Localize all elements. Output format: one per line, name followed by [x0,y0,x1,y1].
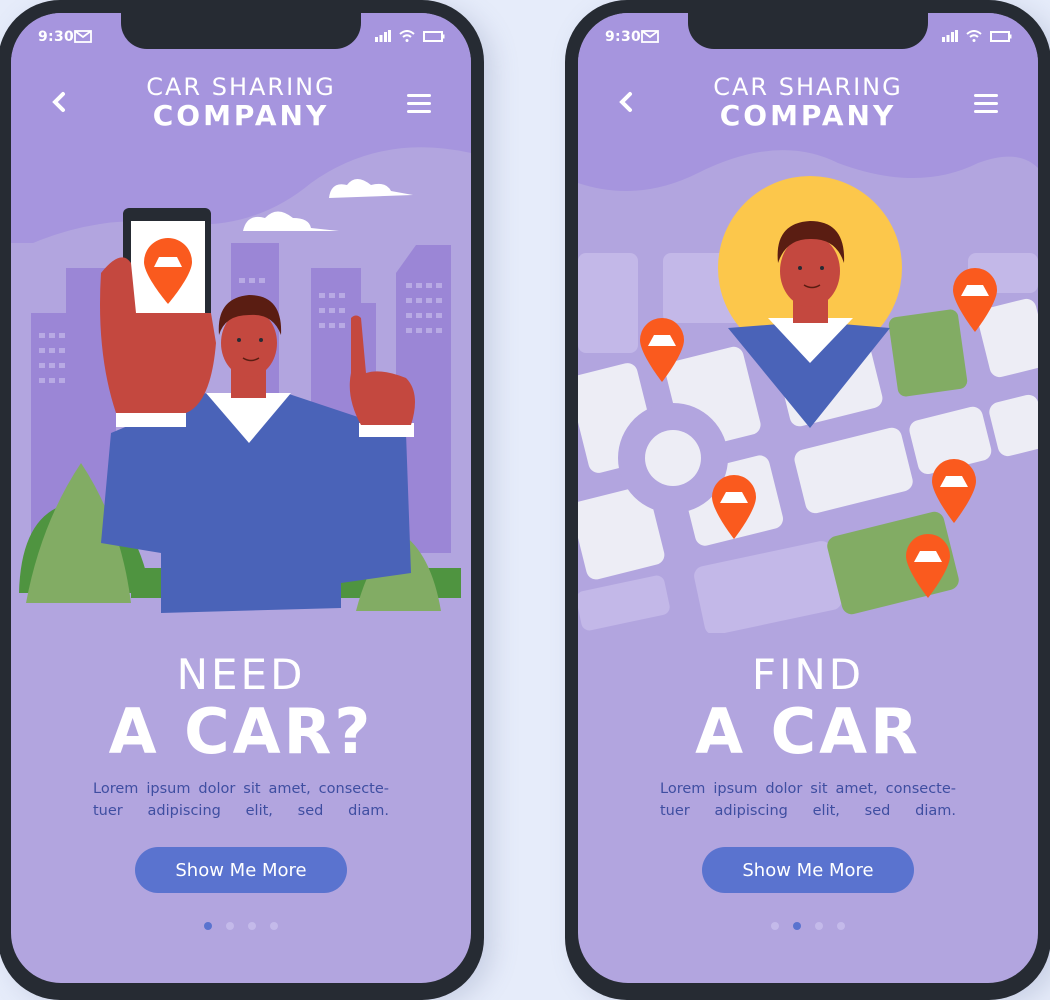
page-dot-2[interactable] [226,922,234,930]
hamburger-menu-icon[interactable] [974,93,998,113]
headline-big: A CAR? [108,695,374,768]
phone-mockup-find-a-car: 9:30 CAR SHARING COMPANY FIND A CAR Lore… [565,0,1050,1000]
headline-small: NEED [176,650,306,699]
description-text: Lorem ipsum dolor sit amet, consecte-tue… [93,781,389,819]
battery-icon [990,30,1012,42]
chevron-left-icon[interactable] [618,91,634,113]
battery-icon [423,30,445,42]
hamburger-menu-icon[interactable] [407,93,431,113]
eye [820,266,824,270]
brand-title-line2: COMPANY [719,99,897,132]
app-header: CAR SHARING COMPANY [578,71,1038,141]
page-indicator [11,922,471,930]
description-text: Lorem ipsum dolor sit amet, consecte-tue… [660,781,956,819]
status-time: 9:30 [605,29,642,45]
page-dot-3[interactable] [815,922,823,930]
brand-title-line1: CAR SHARING [713,73,903,101]
wifi-icon [399,30,415,42]
show-me-more-button[interactable]: Show Me More [702,847,914,893]
roundabout-center [645,430,701,486]
app-header: CAR SHARING COMPANY [11,71,471,141]
avatar-face [780,235,840,307]
phone-notch [688,13,928,49]
status-time: 9:30 [38,29,75,45]
cuff-left [116,411,186,427]
page-indicator [578,922,1038,930]
status-icons [942,30,1012,42]
brand-title-line2: COMPANY [152,99,330,132]
signal-icon [942,30,958,42]
headline: FIND A CAR [578,651,1038,765]
wifi-icon [966,30,982,42]
brand-title-line1: CAR SHARING [146,73,336,101]
phone-screen: 9:30 CAR SHARING COMPANY NEED A CAR? Lor… [11,13,471,983]
headline-big: A CAR [695,695,921,768]
cuff-right [359,423,414,437]
page-dot-4[interactable] [837,922,845,930]
page-dot-4[interactable] [270,922,278,930]
status-icons [375,30,445,42]
page-dot-3[interactable] [248,922,256,930]
headline: NEED A CAR? [11,651,471,765]
page-dot-1[interactable] [204,922,212,930]
phone-notch [121,13,361,49]
chevron-left-icon[interactable] [51,91,67,113]
mail-icon [641,30,659,43]
page-dot-1[interactable] [771,922,779,930]
signal-icon [375,30,391,42]
page-dot-2[interactable] [793,922,801,930]
eye [259,338,263,342]
show-me-more-button[interactable]: Show Me More [135,847,347,893]
headline-small: FIND [751,650,865,699]
mail-icon [74,30,92,43]
eye [237,338,241,342]
phone-mockup-need-a-car: 9:30 CAR SHARING COMPANY NEED A CAR? Lor… [0,0,484,1000]
eye [798,266,802,270]
phone-screen: 9:30 CAR SHARING COMPANY FIND A CAR Lore… [578,13,1038,983]
